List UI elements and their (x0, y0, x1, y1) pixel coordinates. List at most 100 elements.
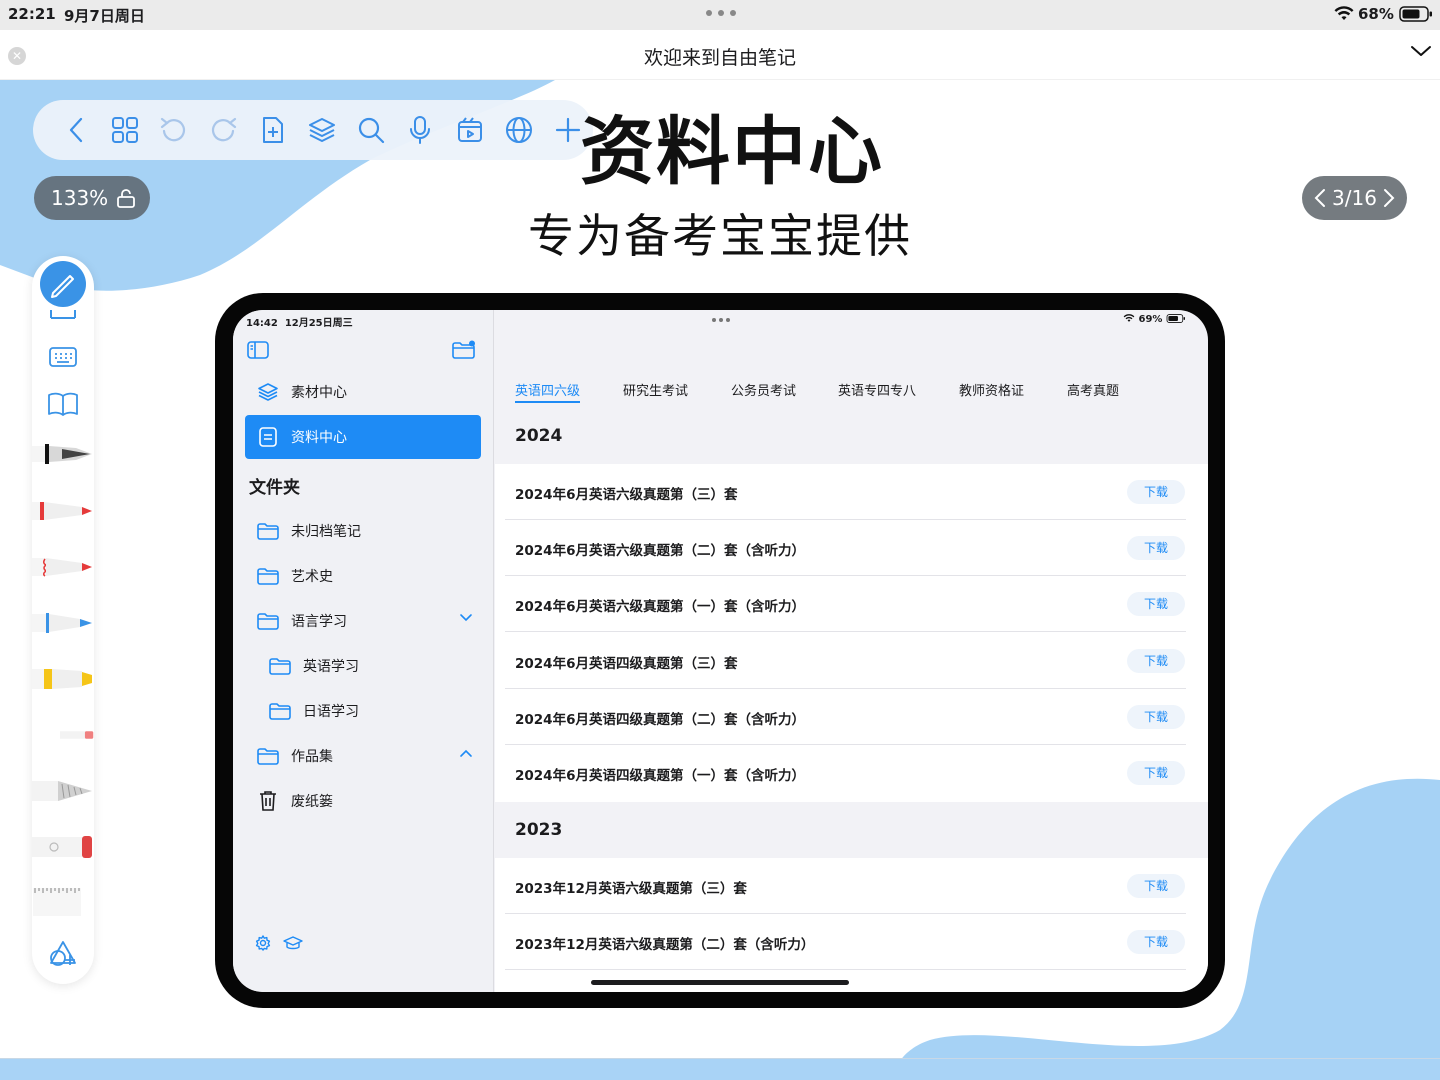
battery-icon (1166, 314, 1185, 323)
fountain-pen-icon[interactable] (32, 436, 94, 472)
download-button[interactable]: 下载 (1127, 649, 1185, 673)
sidebar-toggle-icon[interactable] (247, 341, 269, 359)
grid-icon[interactable] (100, 110, 149, 150)
screen-status-time: 14:42 12月25日周三 (246, 318, 353, 329)
list-section-2024: 2024年6月英语六级真题第（三）套 下载 2024年6月英语六级真题第（二）套（… (495, 464, 1208, 802)
list-item[interactable]: 2024年6月英语六级真题第（三）套 下载 (505, 464, 1186, 520)
download-button[interactable]: 下载 (1127, 536, 1185, 560)
folders-heading: 文件夹 (249, 478, 300, 498)
tab-teacher-cert[interactable]: 教师资格证 (959, 380, 1024, 399)
screen-battery-percent: 69% (1138, 314, 1163, 325)
folder-icon (269, 655, 291, 677)
download-button[interactable]: 下载 (1127, 761, 1185, 785)
undo-icon[interactable] (150, 110, 199, 150)
tab-civil-service[interactable]: 公务员考试 (731, 380, 796, 399)
media-icon[interactable] (445, 110, 494, 150)
list-section-2023: 2023年12月英语六级真题第（三）套 下载 2023年12月英语六级真题第（二）… (495, 858, 1208, 992)
sidebar-item-label: 废纸篓 (291, 794, 333, 810)
search-icon[interactable] (347, 110, 396, 150)
shapes-icon[interactable] (32, 936, 94, 972)
settings-icon[interactable] (255, 935, 271, 951)
chevron-left-icon[interactable] (1314, 188, 1326, 208)
list-item[interactable]: 2024年6月英语六级真题第（一）套（含听力） 下载 (505, 576, 1186, 632)
tab-cet[interactable]: 英语四六级 (515, 380, 581, 403)
microphone-icon[interactable] (396, 110, 445, 150)
lasso-eraser-icon[interactable] (32, 830, 94, 864)
folder-icon (257, 745, 279, 767)
graduation-cap-icon[interactable] (283, 935, 303, 951)
sidebar-item-language-learning[interactable]: 语言学习 (245, 599, 481, 643)
chevron-up-icon[interactable] (459, 748, 473, 758)
sidebar-item-portfolio[interactable]: 作品集 (245, 734, 481, 778)
sidebar-item-japanese-learning[interactable]: 日语学习 (245, 689, 481, 733)
sidebar-item-label: 资料中心 (291, 430, 347, 446)
sidebar-item-label: 英语学习 (303, 659, 359, 675)
ruler-icon[interactable] (32, 882, 94, 922)
download-button[interactable]: 下载 (1127, 874, 1185, 898)
sidebar-item-art-history[interactable]: 艺术史 (245, 554, 481, 598)
tool-rail (32, 256, 94, 984)
tablet-screen: 14:42 12月25日周三 素材中心 资料中心 文件夹 未归档笔记 艺术史 语… (233, 310, 1208, 992)
page-navigator[interactable]: 3/16 (1302, 176, 1407, 220)
chevron-right-icon[interactable] (1383, 188, 1395, 208)
download-button[interactable]: 下载 (1127, 705, 1185, 729)
list-item[interactable]: 2024年6月英语四级真题第（三）套 下载 (505, 633, 1186, 689)
book-icon[interactable] (32, 389, 94, 419)
folder-icon (257, 565, 279, 587)
keyboard-icon[interactable] (32, 342, 94, 372)
layers-icon[interactable] (297, 110, 346, 150)
document-icon (257, 426, 279, 448)
tab-gaokao[interactable]: 高考真题 (1067, 380, 1119, 399)
yellow-highlighter-icon[interactable] (32, 662, 94, 696)
list-item[interactable]: 2024年6月英语四级真题第（一）套（含听力） 下载 (505, 745, 1186, 801)
download-button[interactable]: 下载 (1127, 930, 1185, 954)
redo-icon[interactable] (199, 110, 248, 150)
multitasking-dots-icon[interactable] (711, 317, 731, 323)
tab-postgraduate[interactable]: 研究生考试 (623, 380, 688, 399)
sidebar-item-materials[interactable]: 素材中心 (245, 370, 481, 414)
chevron-down-icon[interactable] (459, 613, 473, 623)
wifi-icon (1334, 6, 1354, 20)
slide-subheading: 专为备考宝宝提供 (528, 209, 912, 263)
chevron-down-icon[interactable] (1410, 44, 1432, 58)
red-brush-icon[interactable] (32, 550, 94, 584)
sidebar-item-unfiled-notes[interactable]: 未归档笔记 (245, 509, 481, 553)
section-year: 2023 (515, 820, 563, 840)
download-button[interactable]: 下载 (1127, 480, 1185, 504)
blue-pen-icon[interactable] (32, 606, 94, 640)
sidebar-item-trash[interactable]: 废纸篓 (245, 779, 481, 823)
back-icon[interactable] (51, 110, 100, 150)
globe-icon[interactable] (494, 110, 543, 150)
red-pen-icon[interactable] (32, 494, 94, 528)
slide-heading: 资料中心 (580, 109, 884, 195)
eraser-icon[interactable] (32, 718, 94, 752)
folder-icon (257, 610, 279, 632)
unlock-icon (117, 189, 136, 208)
pencil-tip-icon[interactable] (32, 774, 94, 808)
sidebar-item-resources[interactable]: 资料中心 (245, 415, 481, 459)
title-banner: ✕ 欢迎来到自由笔记 (0, 30, 1440, 80)
list-item[interactable]: 2023年12月英语六级真题第（三）套 下载 (505, 858, 1186, 914)
page-indicator: 3/16 (1332, 186, 1377, 210)
status-time: 22:21 (8, 5, 56, 23)
battery-percent: 68% (1358, 5, 1394, 23)
zoom-level-label: 133% (51, 186, 109, 210)
screen-status-right: 69% (1123, 314, 1186, 325)
tab-tem[interactable]: 英语专四专八 (838, 380, 916, 399)
download-button[interactable]: 下载 (1127, 592, 1185, 616)
folder-icon (257, 520, 279, 542)
multitasking-dots-icon[interactable] (705, 9, 737, 17)
zoom-level-button[interactable]: 133% (34, 176, 150, 220)
sidebar-item-english-learning[interactable]: 英语学习 (245, 644, 481, 688)
home-indicator (591, 980, 849, 985)
folder-icon (269, 700, 291, 722)
sidebar-item-label: 语言学习 (291, 614, 347, 630)
add-page-icon[interactable] (248, 110, 297, 150)
list-item[interactable]: 2024年6月英语六级真题第（二）套（含听力） 下载 (505, 520, 1186, 576)
new-folder-icon[interactable] (452, 340, 476, 360)
sidebar-item-label: 作品集 (291, 749, 333, 765)
pencil-icon[interactable] (32, 261, 94, 322)
list-item[interactable]: 2024年6月英语四级真题第（二）套（含听力） 下载 (505, 689, 1186, 745)
sidebar-item-label: 未归档笔记 (291, 524, 361, 540)
list-item[interactable]: 2023年12月英语六级真题第（二）套（含听力） 下载 (505, 914, 1186, 970)
